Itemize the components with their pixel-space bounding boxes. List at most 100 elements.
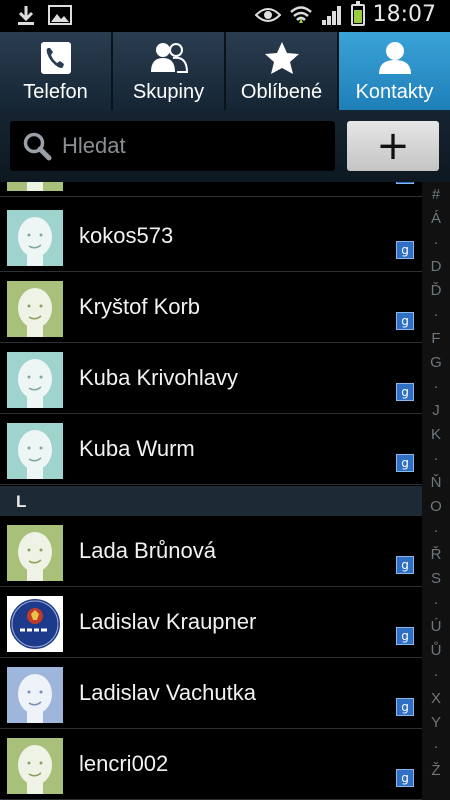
- contact-name: Ladislav Kraupner: [79, 609, 257, 634]
- index-letter[interactable]: ·: [422, 666, 450, 683]
- star-icon: [264, 42, 299, 74]
- index-letter[interactable]: ·: [422, 450, 450, 467]
- status-time: 18:07: [372, 2, 436, 27]
- group-icon: [150, 43, 188, 73]
- contact-name: kokos573: [79, 223, 174, 248]
- alphabet-index-scrollbar[interactable]: # Á · D Ď · F G · J K · Ň O · Ř S · Ú Ů · X Y · Ž: [422, 182, 450, 800]
- contact-icon: [378, 42, 411, 74]
- avatar-face-icon: [7, 423, 63, 479]
- search-icon: [23, 132, 52, 161]
- avatar-face-icon: [7, 738, 63, 794]
- contact-row[interactable]: lencri002 g: [0, 730, 422, 800]
- tab-bar: Telefon Skupiny Oblíbené Kontakty: [0, 32, 450, 110]
- avatar: [7, 596, 63, 652]
- index-letter[interactable]: ·: [422, 378, 450, 395]
- tab-label: Telefon: [23, 81, 88, 103]
- google-account-icon: g: [396, 454, 414, 472]
- contact-name: Ladislav Vachutka: [79, 680, 256, 705]
- index-letter[interactable]: X: [422, 690, 450, 707]
- saab-logo-icon: [7, 596, 63, 652]
- tab-label: Kontakty: [355, 81, 434, 103]
- avatar: [7, 210, 63, 266]
- avatar: [7, 352, 63, 408]
- avatar: [7, 738, 63, 794]
- avatar-face-icon: [7, 667, 63, 723]
- phone-icon: [40, 42, 71, 74]
- search-input[interactable]: [62, 121, 322, 171]
- contact-row[interactable]: Kuba Krivohlavy g: [0, 344, 422, 414]
- tab-label: Skupiny: [132, 81, 205, 103]
- contact-name: Kuba Wurm: [79, 436, 195, 461]
- add-button-label: +: [376, 123, 410, 169]
- status-left: [16, 4, 72, 26]
- index-letter[interactable]: Ř: [422, 546, 450, 563]
- contact-row[interactable]: Kuba Wurm g: [0, 415, 422, 485]
- index-letter[interactable]: ·: [422, 594, 450, 611]
- avatar: [7, 281, 63, 337]
- tab-label: Oblíbené: [240, 81, 323, 103]
- google-account-icon: g: [396, 241, 414, 259]
- index-letter[interactable]: ·: [422, 738, 450, 755]
- google-account-icon: g: [396, 698, 414, 716]
- contact-list[interactable]: g kokos573 g Kryštof Korb g: [0, 182, 422, 800]
- index-letter[interactable]: Y: [422, 714, 450, 731]
- index-letter[interactable]: ·: [422, 234, 450, 251]
- wifi-icon: [289, 5, 312, 23]
- index-letter[interactable]: G: [422, 354, 450, 371]
- google-account-icon: g: [396, 383, 414, 401]
- google-account-icon: g: [396, 627, 414, 645]
- index-letter[interactable]: #: [422, 186, 450, 203]
- tab-telefon[interactable]: Telefon: [0, 32, 113, 110]
- add-contact-button[interactable]: +: [347, 121, 439, 171]
- tab-skupiny[interactable]: Skupiny: [113, 32, 226, 110]
- eye-icon: [254, 7, 281, 22]
- contact-row[interactable]: Ladislav Kraupner g: [0, 588, 422, 658]
- index-letter[interactable]: ·: [422, 306, 450, 323]
- contact-row[interactable]: Ladislav Vachutka g: [0, 659, 422, 729]
- index-letter[interactable]: Ú: [422, 618, 450, 635]
- tab-kontakty[interactable]: Kontakty: [339, 32, 450, 110]
- status-right: 18:07: [254, 0, 436, 27]
- google-account-icon: g: [396, 182, 414, 184]
- google-account-icon: g: [396, 769, 414, 787]
- tab-oblibene[interactable]: Oblíbené: [226, 32, 339, 110]
- contact-name: lencri002: [79, 751, 169, 776]
- section-header: L: [0, 486, 422, 516]
- contact-row[interactable]: Lada Brůnová g: [0, 517, 422, 587]
- contact-name: Lada Brůnová: [79, 538, 216, 563]
- avatar-face-icon: [7, 352, 63, 408]
- avatar-face-icon: [7, 182, 63, 191]
- index-letter[interactable]: Ň: [422, 474, 450, 491]
- status-bar: 18:07: [0, 0, 450, 32]
- image-icon: [48, 5, 72, 25]
- index-letter[interactable]: J: [422, 402, 450, 419]
- index-letter[interactable]: D: [422, 258, 450, 275]
- contact-row[interactable]: Kryštof Korb g: [0, 273, 422, 343]
- avatar: [7, 525, 63, 581]
- index-letter[interactable]: F: [422, 330, 450, 347]
- avatar-face-icon: [7, 525, 63, 581]
- avatar: [7, 423, 63, 479]
- index-letter[interactable]: O: [422, 498, 450, 515]
- index-letter[interactable]: Ž: [422, 762, 450, 779]
- avatar: [7, 182, 63, 191]
- index-letter[interactable]: ·: [422, 522, 450, 539]
- section-letter: L: [16, 492, 27, 511]
- index-letter[interactable]: Á: [422, 210, 450, 227]
- avatar-face-icon: [7, 281, 63, 337]
- signal-icon: [321, 5, 341, 25]
- index-letter[interactable]: K: [422, 426, 450, 443]
- search-row: +: [0, 110, 450, 182]
- search-box[interactable]: [10, 121, 335, 171]
- google-account-icon: g: [396, 556, 414, 574]
- index-letter[interactable]: S: [422, 570, 450, 587]
- contact-name: Kuba Krivohlavy: [79, 365, 238, 390]
- contact-name: Kryštof Korb: [79, 294, 201, 319]
- avatar-face-icon: [7, 210, 63, 266]
- index-letter[interactable]: Ď: [422, 282, 450, 299]
- index-letter[interactable]: Ů: [422, 642, 450, 659]
- battery-icon: [350, 0, 365, 26]
- google-account-icon: g: [396, 312, 414, 330]
- contact-row[interactable]: kokos573 g: [0, 202, 422, 272]
- contact-row[interactable]: g: [0, 182, 422, 197]
